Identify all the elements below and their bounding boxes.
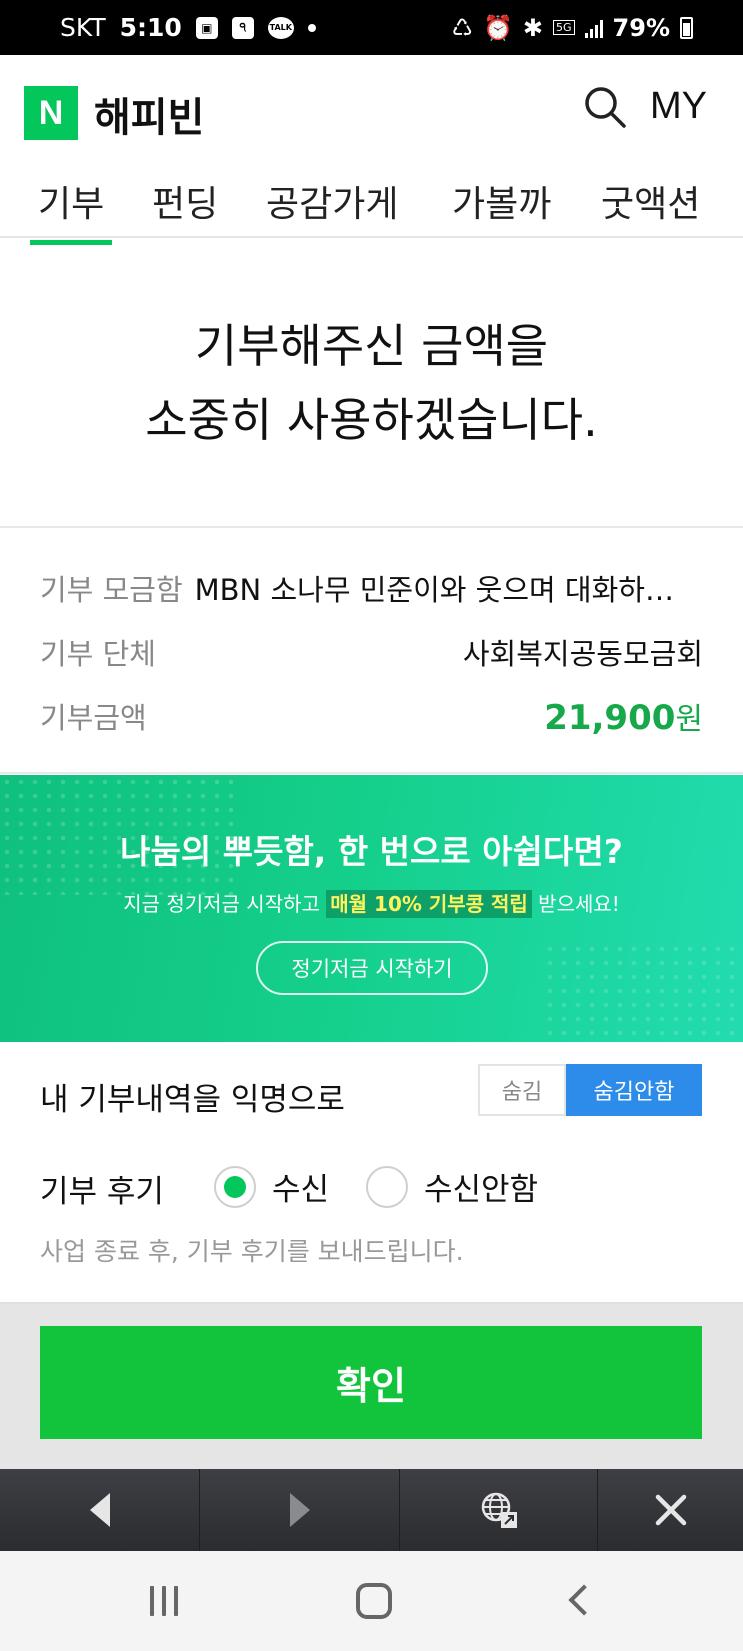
forward-arrow-icon	[289, 1493, 310, 1527]
more-notifications-icon	[307, 23, 316, 32]
start-saving-button[interactable]: 정기저금 시작하기	[256, 941, 488, 995]
banner-sub-after: 받으세요!	[531, 892, 620, 916]
donation-summary: 기부 모금함 MBN 소나무 민준이와 웃으며 대화하… 기부 단체 사회복지공…	[0, 530, 743, 774]
category-tabs: 기부 펀딩 공감가게 가볼까 굿액션	[0, 165, 743, 245]
tab-funding[interactable]: 펀딩	[152, 175, 218, 227]
tab-lets-go[interactable]: 가볼까	[452, 175, 551, 227]
notification-app-icon: ੧	[231, 16, 254, 39]
decline-label[interactable]: 수신안함	[424, 1164, 538, 1209]
review-setting: 기부 후기 수신 수신안함 사업 종료 후, 기부 후기를 보내드립니다.	[0, 1142, 743, 1304]
banner-subtitle: 지금 정기저금 시작하고 매월 10% 기부콩 적립 받으세요!	[0, 888, 743, 918]
gallery-icon: ▣	[195, 16, 218, 39]
signal-icon	[584, 18, 603, 38]
carrier-label: SKT	[60, 13, 106, 42]
talk-icon: TALK	[267, 16, 294, 39]
alarm-icon: ⏰	[483, 13, 513, 42]
donation-org-label: 기부 단체	[40, 637, 156, 671]
radio-checked-icon[interactable]	[214, 1165, 256, 1208]
amount-number: 21,900	[544, 698, 676, 738]
tab-donation[interactable]: 기부	[29, 175, 113, 245]
donation-box-value: MBN 소나무 민준이와 웃으며 대화하…	[194, 573, 674, 607]
my-button[interactable]: MY	[650, 85, 707, 128]
regular-saving-banner[interactable]: 나눔의 뿌듯함, 한 번으로 아쉽다면? 지금 정기저금 시작하고 매월 10%…	[0, 775, 743, 1042]
globe-link-icon	[481, 1492, 517, 1528]
app-header: N 해피빈 MY	[0, 55, 743, 165]
donation-org-value: 사회복지공동모금회	[462, 637, 703, 671]
back-arrow-icon	[89, 1493, 110, 1527]
thanks-line-2: 소중히 사용하겠습니다.	[145, 393, 598, 447]
donation-amount-row: 기부금액 21,900원	[40, 694, 703, 738]
forward-button[interactable]	[200, 1469, 400, 1551]
review-label: 기부 후기	[40, 1174, 164, 1210]
banner-title: 나눔의 뿌듯함, 한 번으로 아쉽다면?	[120, 832, 623, 871]
confirm-button[interactable]: 확인	[40, 1326, 702, 1439]
recent-apps-icon[interactable]	[150, 1586, 178, 1616]
naver-logo-icon[interactable]: N	[24, 86, 78, 140]
status-bar: SKT 5:10 ▣ ੧ TALK ♺ ⏰ ✱ 5G 79%	[0, 0, 743, 55]
battery-percent: 79%	[612, 13, 670, 42]
banner-pattern	[543, 942, 743, 1042]
close-icon	[655, 1494, 686, 1526]
network-type-icon: 5G	[553, 20, 575, 35]
status-right: ♺ ⏰ ✱ 5G 79%	[451, 0, 693, 55]
tab-good-action[interactable]: 굿액션	[601, 175, 700, 227]
battery-icon	[680, 16, 693, 39]
decline-radio[interactable]: 수신안함	[366, 1164, 538, 1209]
radio-unchecked-icon[interactable]	[366, 1165, 408, 1208]
donation-box-row: 기부 모금함 MBN 소나무 민준이와 웃으며 대화하…	[40, 568, 703, 608]
donation-org-row: 기부 단체 사회복지공동모금회	[40, 632, 703, 672]
brand-title[interactable]: 해피빈	[94, 85, 204, 143]
banner-sub-highlight: 매월 10% 기부콩 적립	[326, 890, 532, 918]
hide-option-button[interactable]: 숨김	[478, 1064, 566, 1116]
banner-sub-before: 지금 정기저금 시작하고	[123, 892, 327, 916]
donation-amount-label: 기부금액	[40, 701, 147, 735]
thanks-line-1: 기부해주신 금액을	[194, 319, 549, 373]
no-hide-option-button[interactable]: 숨김안함	[566, 1064, 702, 1116]
open-in-browser-button[interactable]	[400, 1469, 598, 1551]
anonymous-label: 내 기부내역을 익명으로	[40, 1082, 345, 1118]
thanks-message: 기부해주신 금액을 소중히 사용하겠습니다.	[0, 238, 743, 528]
status-left: SKT 5:10 ▣ ੧ TALK	[60, 0, 316, 55]
sync-icon: ♺	[451, 13, 474, 42]
back-button[interactable]	[0, 1469, 200, 1551]
back-icon[interactable]	[568, 1584, 600, 1616]
anonymous-setting: 내 기부내역을 익명으로 숨김 숨김안함	[0, 1042, 743, 1142]
search-icon[interactable]	[583, 85, 627, 129]
amount-unit: 원	[675, 702, 703, 737]
system-nav-bar	[0, 1551, 743, 1651]
home-icon[interactable]	[356, 1583, 392, 1619]
review-note: 사업 종료 후, 기부 후기를 보내드립니다.	[40, 1237, 464, 1266]
close-browser-button[interactable]	[598, 1469, 743, 1551]
bluetooth-icon: ✱	[522, 13, 544, 42]
receive-radio[interactable]: 수신	[214, 1164, 329, 1209]
donation-amount-value: 21,900원	[544, 694, 703, 738]
clock: 5:10	[119, 13, 182, 42]
tab-empathy-store[interactable]: 공감가게	[266, 175, 398, 227]
confirm-area: 확인	[0, 1304, 743, 1469]
receive-label[interactable]: 수신	[272, 1164, 329, 1209]
anonymous-toggle: 숨김 숨김안함	[478, 1064, 702, 1116]
browser-toolbar	[0, 1469, 743, 1551]
donation-box-label: 기부 모금함	[40, 573, 183, 607]
